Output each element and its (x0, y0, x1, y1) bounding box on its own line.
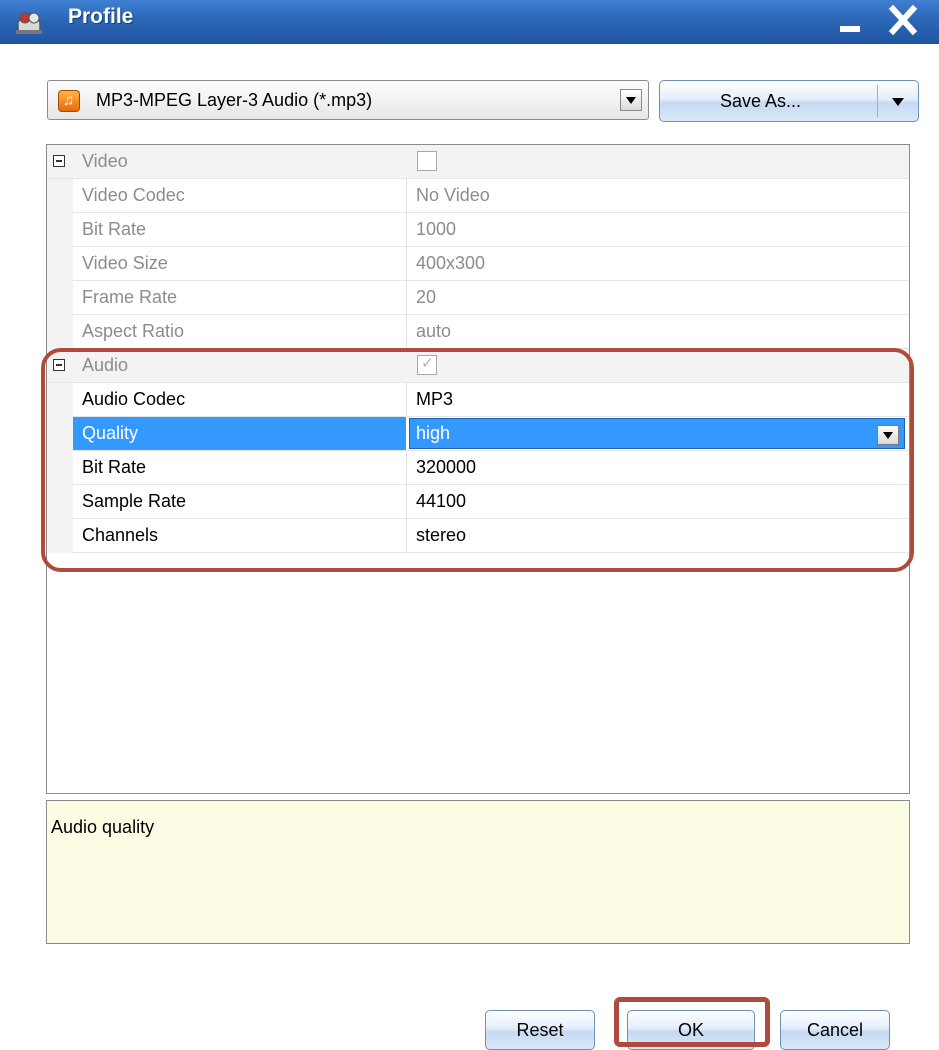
reset-button[interactable]: Reset (485, 1010, 595, 1050)
close-icon (888, 4, 918, 36)
audio-enabled-checkbox[interactable] (417, 354, 437, 375)
property-value: 1000 (416, 219, 457, 239)
property-value: stereo (416, 525, 467, 545)
property-name: Audio Codec (82, 389, 186, 409)
property-grid: Video Video Codec No Video Bit Rate 1000… (46, 144, 910, 794)
property-name: Video Codec (82, 185, 185, 205)
split-divider (877, 85, 878, 117)
category-row-audio[interactable]: Audio (47, 349, 909, 383)
property-row[interactable]: Aspect Ratio auto (47, 315, 909, 349)
chevron-down-icon (883, 432, 893, 439)
format-dropdown-arrow[interactable] (620, 89, 642, 111)
window-title: Profile (68, 5, 134, 28)
quality-select[interactable]: high (416, 423, 450, 444)
music-note-icon: ♫ (58, 90, 80, 112)
description-text: Audio quality (51, 817, 155, 837)
save-as-dropdown-icon[interactable] (892, 98, 904, 106)
property-value: auto (416, 321, 452, 341)
property-name: Channels (82, 525, 159, 545)
quality-dropdown-button[interactable] (877, 425, 899, 445)
property-value: No Video (416, 185, 490, 205)
property-value: 44100 (416, 491, 467, 511)
format-dropdown[interactable]: ♫ MP3-MPEG Layer-3 Audio (*.mp3) (47, 80, 649, 120)
property-row[interactable]: Audio Codec MP3 (47, 383, 909, 417)
ok-button[interactable]: OK (627, 1010, 755, 1050)
close-button[interactable] (884, 4, 922, 38)
property-name: Video Size (82, 253, 168, 273)
property-value: 20 (416, 287, 437, 307)
collapse-icon[interactable] (53, 359, 65, 371)
save-as-button[interactable]: Save As... (659, 80, 919, 122)
property-name: Bit Rate (82, 457, 147, 477)
property-row-selected[interactable]: Quality high (47, 417, 909, 451)
property-name: Bit Rate (82, 219, 147, 239)
description-panel: Audio quality (46, 800, 910, 944)
property-row[interactable]: Video Codec No Video (47, 179, 909, 213)
category-row-video[interactable]: Video (47, 145, 909, 179)
property-value: 320000 (416, 457, 477, 477)
video-enabled-checkbox[interactable] (417, 151, 437, 171)
property-row[interactable]: Bit Rate 1000 (47, 213, 909, 247)
save-as-label: Save As... (720, 91, 802, 111)
property-name: Quality (82, 423, 139, 443)
category-label: Video (82, 151, 128, 171)
property-row[interactable]: Sample Rate 44100 (47, 485, 909, 519)
property-value: 400x300 (416, 253, 486, 273)
property-row[interactable]: Bit Rate 320000 (47, 451, 909, 485)
collapse-icon[interactable] (53, 155, 65, 167)
title-bar: Profile (0, 0, 939, 44)
property-row[interactable]: Video Size 400x300 (47, 247, 909, 281)
chevron-down-icon (626, 97, 636, 104)
property-row[interactable]: Frame Rate 20 (47, 281, 909, 315)
property-row[interactable]: Channels stereo (47, 519, 909, 553)
property-name: Sample Rate (82, 491, 187, 511)
minimize-button[interactable] (832, 4, 870, 38)
property-value: MP3 (416, 389, 454, 409)
minimize-icon (840, 26, 860, 32)
format-selected-value: MP3-MPEG Layer-3 Audio (*.mp3) (96, 90, 373, 110)
app-logo-icon (16, 12, 42, 34)
cancel-button[interactable]: Cancel (780, 1010, 890, 1050)
category-label: Audio (82, 355, 129, 375)
property-name: Frame Rate (82, 287, 178, 307)
property-name: Aspect Ratio (82, 321, 185, 341)
